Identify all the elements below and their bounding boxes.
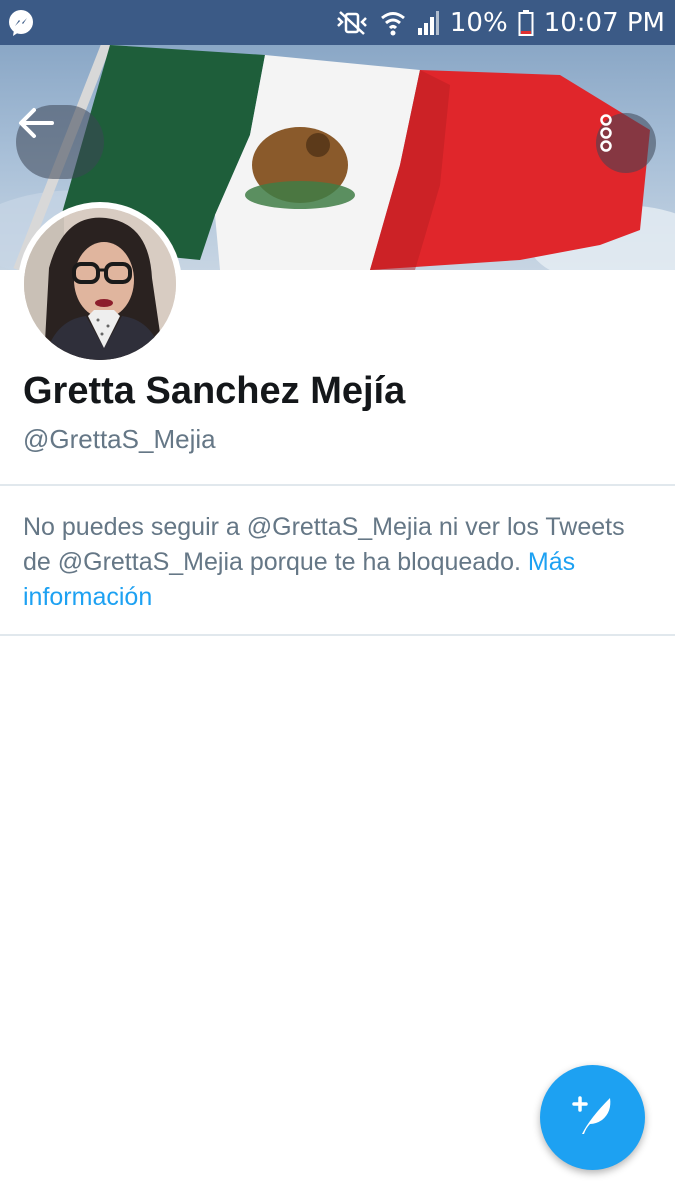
- wifi-icon: [380, 9, 406, 37]
- profile-name: Gretta Sanchez Mejía: [23, 370, 406, 412]
- messenger-icon: [6, 8, 36, 38]
- divider-top: [0, 484, 675, 486]
- divider-bottom: [0, 634, 675, 636]
- status-bar: 10% 10:07 PM: [0, 0, 675, 45]
- blocked-notice: No puedes seguir a @GrettaS_Mejia ni ver…: [23, 510, 653, 615]
- back-button[interactable]: [16, 105, 104, 179]
- battery-icon: [518, 9, 534, 37]
- more-options-button[interactable]: [596, 113, 656, 173]
- profile-photo: [24, 208, 176, 360]
- battery-percentage: 10%: [449, 7, 508, 38]
- clock: 10:07 PM: [543, 7, 665, 38]
- avatar[interactable]: [18, 202, 182, 366]
- signal-icon: [416, 10, 440, 36]
- mute-icon: [334, 8, 370, 38]
- compose-tweet-button[interactable]: [540, 1065, 645, 1170]
- profile-handle: @GrettaS_Mejia: [23, 424, 216, 454]
- compose-tweet-icon: [568, 1090, 618, 1145]
